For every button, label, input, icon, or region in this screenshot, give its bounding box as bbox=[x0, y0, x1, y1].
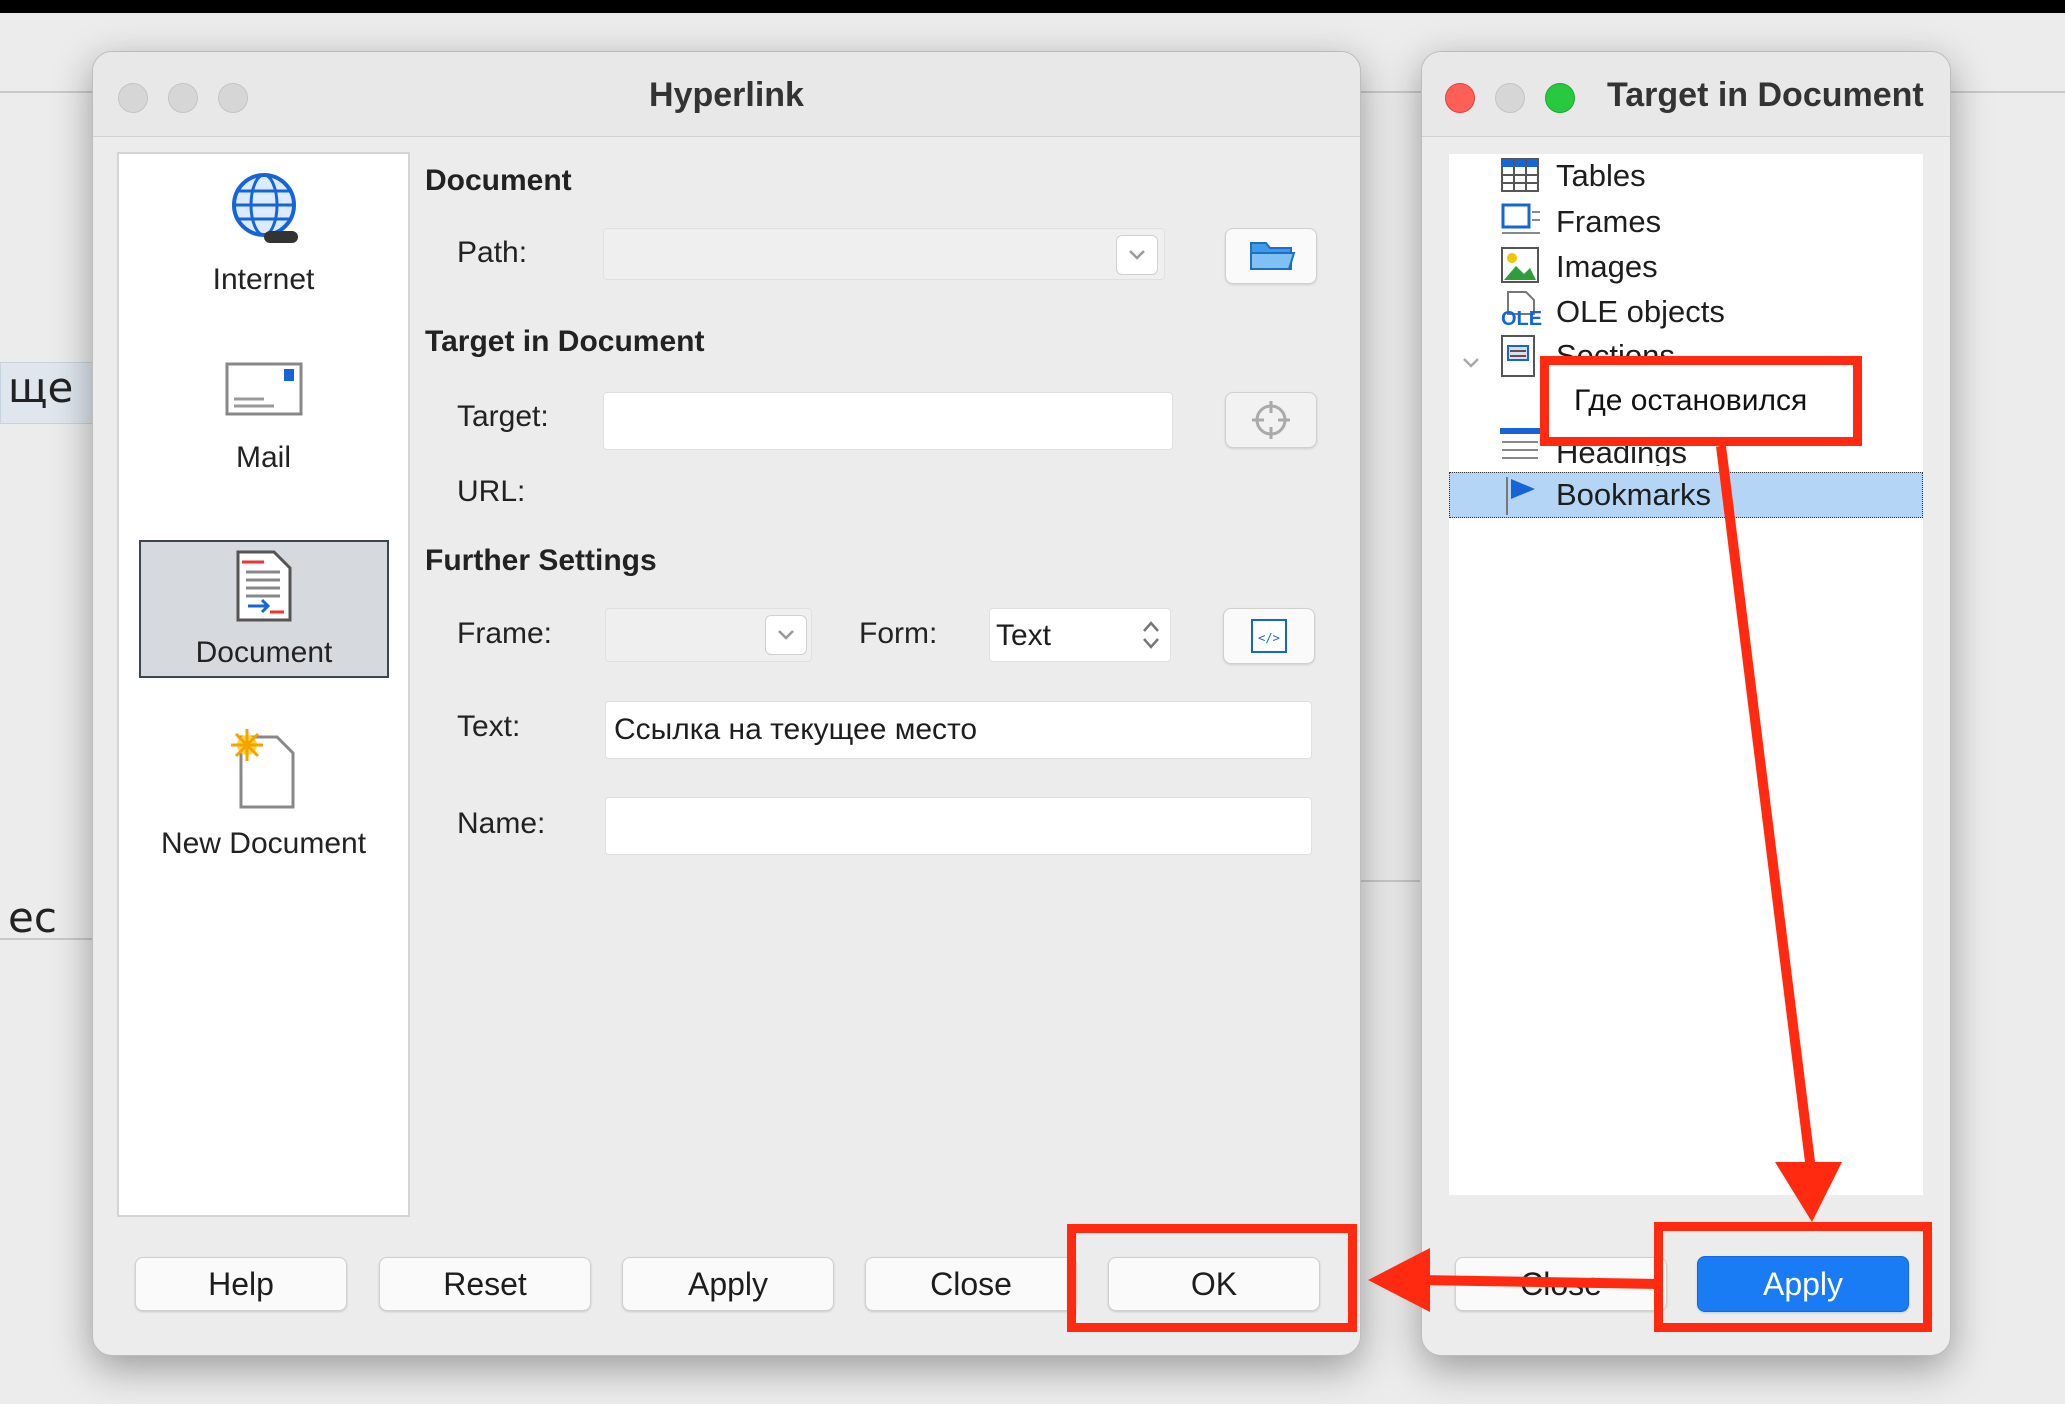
annotation-arrows bbox=[1368, 445, 1842, 1312]
arrow-line-left bbox=[1417, 1275, 1658, 1289]
arrow-line-down bbox=[1716, 445, 1816, 1171]
arrow-head-left bbox=[1368, 1248, 1430, 1312]
annotation-ok-box bbox=[1067, 1224, 1357, 1332]
annotation-apply-box bbox=[1654, 1222, 1932, 1332]
arrow-head-down bbox=[1775, 1162, 1842, 1222]
